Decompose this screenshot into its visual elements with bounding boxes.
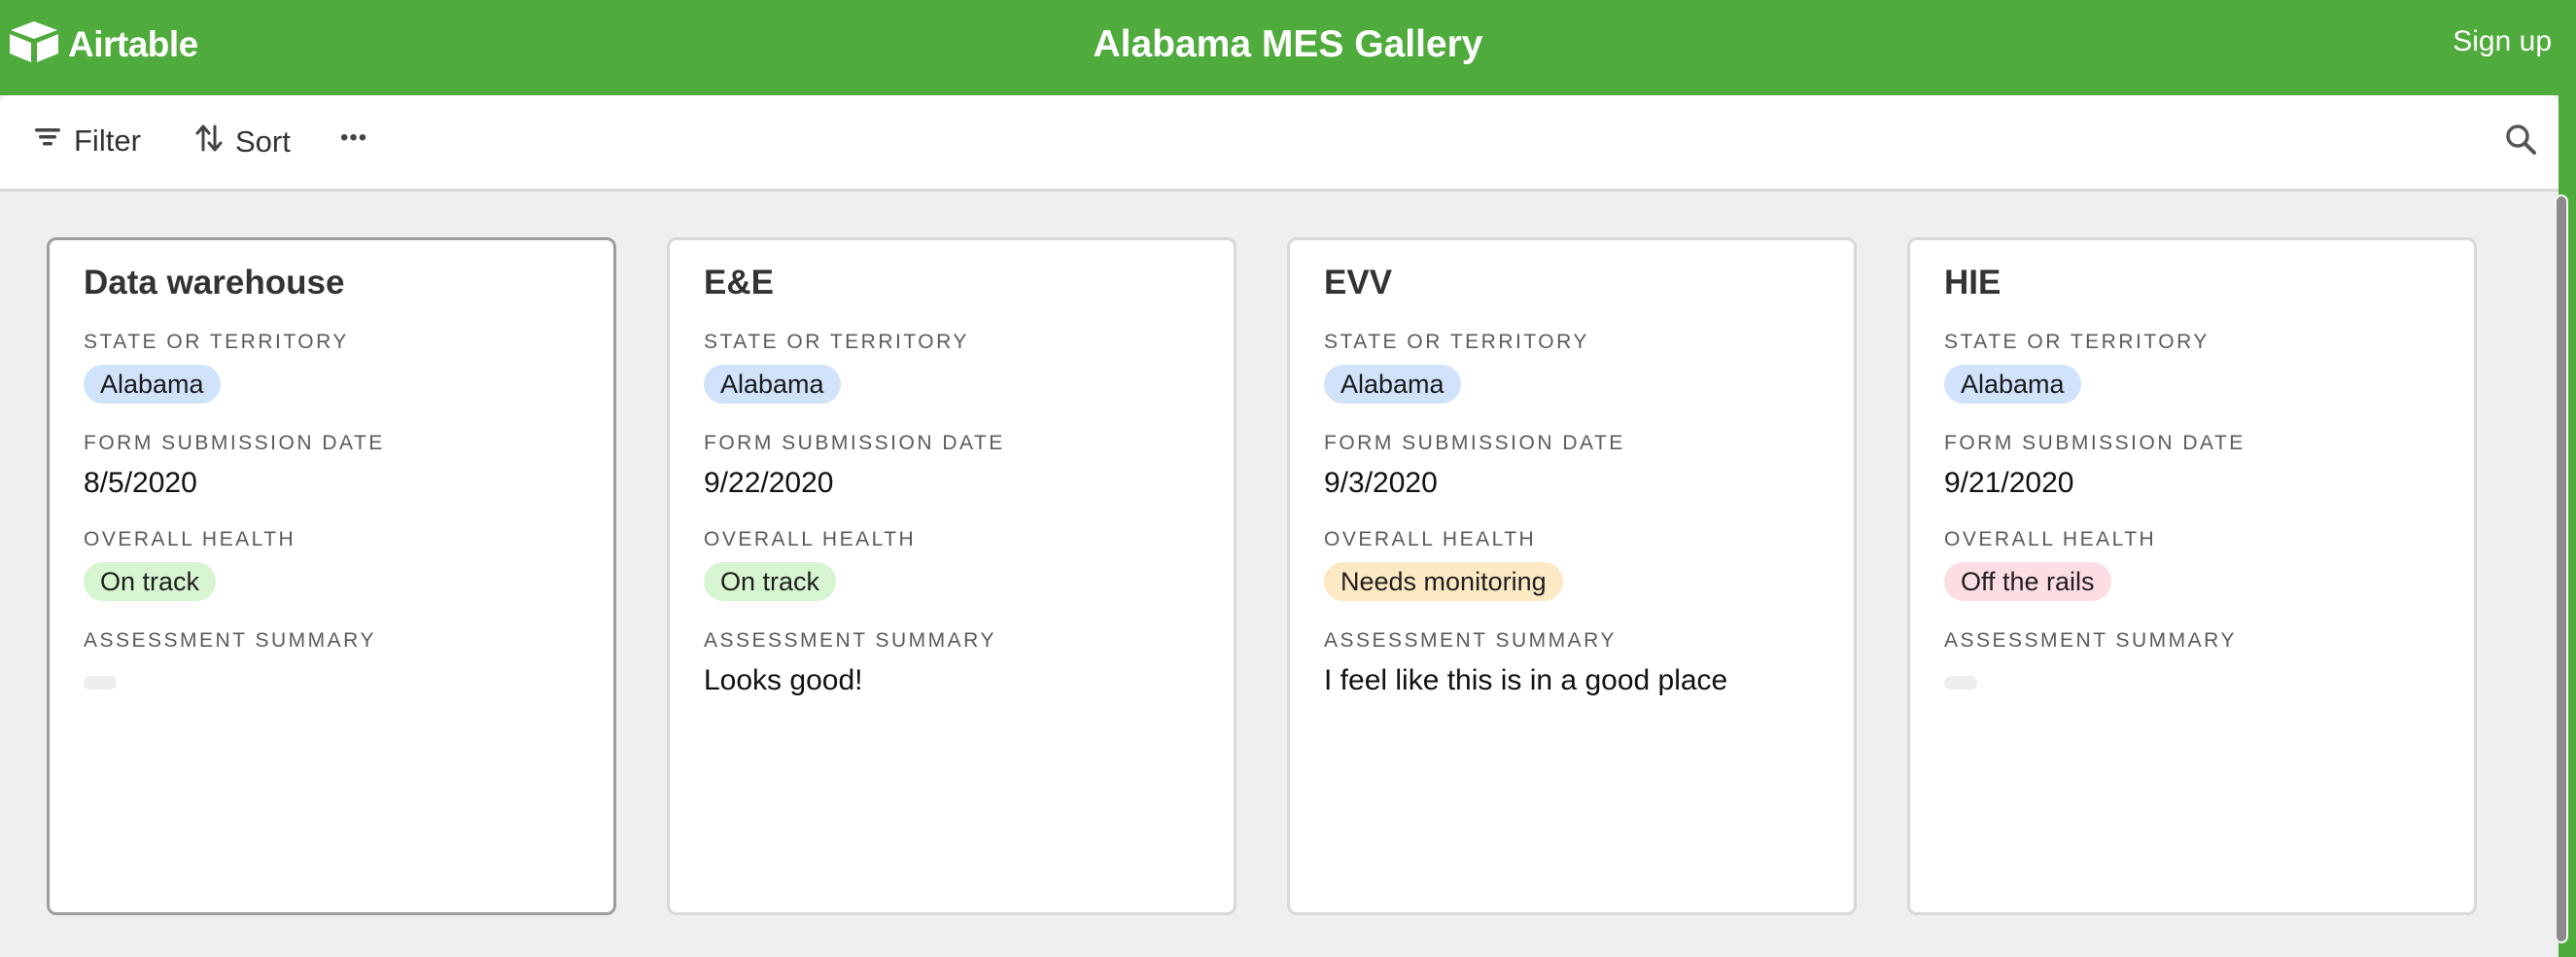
card-title: E&E: [704, 264, 774, 301]
field-label-date: FORM SUBMISSION DATE: [84, 432, 385, 454]
sort-label: Sort: [235, 124, 291, 159]
field-label-state: STATE OR TERRITORY: [1324, 331, 1589, 353]
field-label-state: STATE OR TERRITORY: [1944, 331, 2210, 353]
card-content: E&E STATE OR TERRITORY Alabama FORM SUBM…: [704, 264, 1204, 697]
health-pill: Needs monitoring: [1324, 562, 1563, 601]
field-label-health: OVERALL HEALTH: [704, 528, 917, 550]
sort-button[interactable]: Sort: [194, 123, 291, 161]
health-pill: Off the rails: [1944, 562, 2111, 601]
filter-icon: [33, 123, 62, 160]
filter-label: Filter: [74, 124, 141, 158]
vertical-scrollbar[interactable]: [2555, 195, 2568, 943]
more-button[interactable]: •••: [340, 124, 367, 152]
state-pill: Alabama: [704, 365, 841, 404]
field-label-health: OVERALL HEALTH: [1944, 528, 2157, 550]
card-title: EVV: [1324, 264, 1393, 301]
empty-summary-placeholder: [1944, 676, 1977, 690]
record-card[interactable]: E&E STATE OR TERRITORY Alabama FORM SUBM…: [667, 237, 1236, 915]
assessment-summary: Looks good!: [704, 664, 863, 696]
state-pill: Alabama: [1324, 365, 1461, 404]
field-label-summary: ASSESSMENT SUMMARY: [84, 629, 376, 652]
submission-date: 9/21/2020: [1944, 467, 2074, 499]
state-pill: Alabama: [84, 365, 221, 404]
field-label-date: FORM SUBMISSION DATE: [704, 432, 1005, 454]
field-label-date: FORM SUBMISSION DATE: [1324, 432, 1625, 454]
submission-date: 9/22/2020: [704, 467, 834, 499]
card-content: Data warehouse STATE OR TERRITORY Alabam…: [84, 264, 584, 690]
health-pill: On track: [84, 562, 217, 601]
record-card[interactable]: HIE STATE OR TERRITORY Alabama FORM SUBM…: [1907, 237, 2477, 915]
state-pill: Alabama: [1944, 365, 2081, 404]
record-card[interactable]: Data warehouse STATE OR TERRITORY Alabam…: [47, 237, 616, 915]
field-label-state: STATE OR TERRITORY: [84, 331, 349, 353]
empty-summary-placeholder: [84, 676, 117, 690]
field-label-state: STATE OR TERRITORY: [704, 331, 969, 353]
field-label-summary: ASSESSMENT SUMMARY: [1324, 629, 1617, 652]
assessment-summary: I feel like this is in a good place: [1324, 664, 1728, 696]
field-label-health: OVERALL HEALTH: [84, 528, 296, 550]
card-content: HIE STATE OR TERRITORY Alabama FORM SUBM…: [1944, 264, 2445, 690]
app-header: Airtable Alabama MES Gallery Sign up: [0, 0, 2576, 95]
field-label-date: FORM SUBMISSION DATE: [1944, 432, 2245, 454]
field-label-health: OVERALL HEALTH: [1324, 528, 1537, 550]
card-title: HIE: [1944, 264, 2002, 301]
more-icon: •••: [340, 124, 368, 151]
record-card[interactable]: EVV STATE OR TERRITORY Alabama FORM SUBM…: [1287, 237, 1857, 915]
submission-date: 8/5/2020: [84, 467, 197, 499]
scrollbar-thumb[interactable]: [2557, 196, 2566, 941]
card-title: Data warehouse: [84, 264, 345, 301]
view-toolbar: Filter Sort •••: [0, 95, 2559, 192]
gallery-view: Data warehouse STATE OR TERRITORY Alabam…: [0, 192, 2537, 957]
search-button[interactable]: [2504, 123, 2537, 160]
sort-icon: [194, 123, 224, 161]
page-title: Alabama MES Gallery: [1093, 23, 1483, 65]
search-icon: [2504, 124, 2537, 160]
field-label-summary: ASSESSMENT SUMMARY: [704, 629, 996, 652]
sign-up-link[interactable]: Sign up: [2453, 25, 2552, 58]
filter-button[interactable]: Filter: [33, 123, 141, 160]
submission-date: 9/3/2020: [1324, 467, 1438, 499]
health-pill: On track: [704, 562, 837, 601]
field-label-summary: ASSESSMENT SUMMARY: [1944, 629, 2237, 652]
card-content: EVV STATE OR TERRITORY Alabama FORM SUBM…: [1324, 264, 1825, 697]
